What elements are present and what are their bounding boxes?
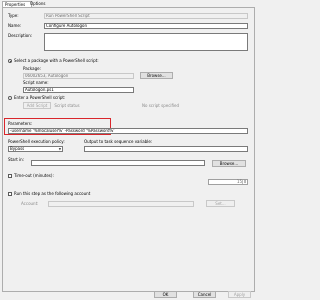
- apply-button[interactable]: Apply: [228, 291, 251, 298]
- spin-arrows-icon[interactable]: ▲ ▼: [242, 180, 247, 184]
- output-var-field[interactable]: [84, 146, 248, 152]
- output-var-label: Output to task sequence variable:: [84, 139, 153, 144]
- select-package-label: Select a package with a PowerShell scrip…: [14, 58, 99, 63]
- timeout-spinner[interactable]: 15 ▲ ▼: [208, 179, 248, 185]
- run-as-label: Run this step as the following account: [14, 191, 91, 196]
- package-field: 06002653, Autologon: [23, 73, 134, 79]
- account-label: Account:: [21, 201, 39, 206]
- package-label: Package:: [23, 66, 41, 71]
- parameters-label: Parameters:: [8, 121, 33, 126]
- script-status-text: No script specified: [142, 103, 180, 108]
- name-label: Name:: [8, 23, 22, 28]
- script-name-field[interactable]: Autologon.ps1: [23, 87, 134, 93]
- description-field[interactable]: [44, 33, 248, 51]
- script-name-label: Script name:: [23, 80, 49, 85]
- execution-policy-label: PowerShell execution policy:: [8, 139, 65, 144]
- start-in-browse-button[interactable]: Browse...: [212, 160, 246, 167]
- timeout-label: Time-out (minutes):: [14, 173, 54, 178]
- execution-policy-select[interactable]: Bypass ▼: [8, 146, 63, 152]
- enter-script-label: Enter a PowerShell script:: [14, 95, 66, 100]
- type-field: Run PowerShell Script: [44, 13, 248, 19]
- add-script-button[interactable]: Add Script: [23, 102, 51, 109]
- package-browse-button[interactable]: Browse...: [140, 72, 173, 79]
- description-label: Description:: [8, 33, 33, 38]
- script-status-label: Script status: [54, 103, 80, 108]
- set-account-button[interactable]: Set...: [206, 200, 235, 207]
- start-in-field[interactable]: [31, 160, 205, 166]
- account-field: [48, 201, 194, 207]
- select-package-radio[interactable]: [8, 59, 12, 63]
- timeout-checkbox[interactable]: [8, 174, 12, 178]
- ok-button[interactable]: OK: [154, 291, 177, 298]
- run-as-checkbox[interactable]: [8, 192, 12, 196]
- parameters-field[interactable]: -username '%Vlocaluser%' -Password '%Pas…: [8, 128, 248, 134]
- start-in-label: Start in:: [8, 157, 25, 162]
- chevron-down-icon: ▼: [58, 147, 61, 151]
- cancel-button[interactable]: Cancel: [193, 291, 216, 298]
- type-label: Type:: [8, 13, 19, 18]
- execution-policy-value: Bypass: [10, 146, 25, 151]
- name-field[interactable]: Configure Autologon: [44, 23, 248, 29]
- enter-script-radio[interactable]: [8, 96, 12, 100]
